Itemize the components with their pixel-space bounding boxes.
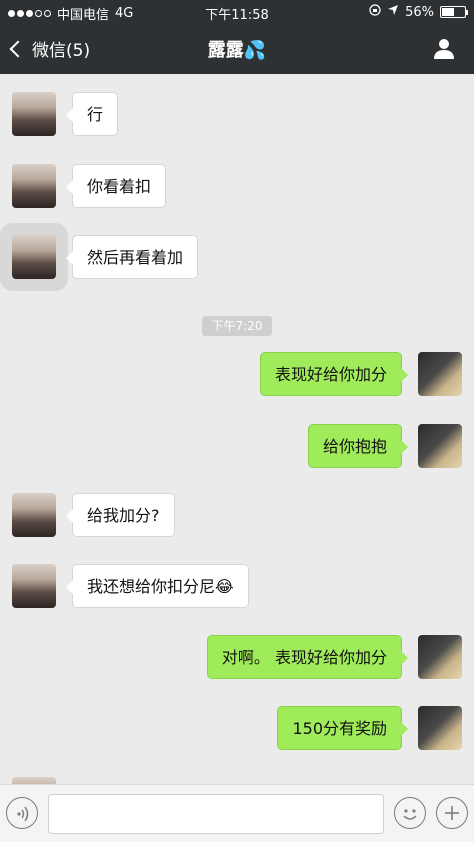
battery-label: 56% bbox=[405, 4, 434, 20]
my-avatar[interactable] bbox=[418, 706, 462, 750]
outgoing-message[interactable]: 给你抱抱 bbox=[307, 424, 409, 468]
outgoing-message[interactable]: 150分有奖励 bbox=[277, 706, 408, 750]
input-bar bbox=[0, 784, 474, 842]
emoji-button[interactable] bbox=[394, 797, 426, 829]
message-input[interactable] bbox=[48, 794, 384, 834]
chat-area[interactable]: 行 你看着扣 然后再看着加 下午7:20 表现好给你加分 给你抱抱 给我加分? … bbox=[0, 74, 474, 784]
incoming-message[interactable]: 你看着扣 bbox=[65, 164, 167, 208]
incoming-message[interactable]: 行 bbox=[65, 92, 119, 136]
battery-fill bbox=[442, 8, 455, 16]
incoming-message[interactable]: 我还想给你扣分尼😂 bbox=[66, 564, 249, 608]
profile-button[interactable] bbox=[432, 36, 456, 60]
incoming-message[interactable]: 给我加分? bbox=[66, 493, 175, 537]
top-bar: 中国电信 4G 下午11:58 56% 微信(5) 露露💦 bbox=[0, 0, 474, 74]
plus-icon bbox=[445, 806, 459, 820]
contact-avatar[interactable] bbox=[12, 92, 56, 136]
my-avatar[interactable] bbox=[418, 352, 462, 396]
battery-icon bbox=[440, 6, 468, 18]
contact-avatar[interactable] bbox=[12, 777, 56, 784]
my-avatar[interactable] bbox=[418, 424, 462, 468]
rotation-lock-icon bbox=[369, 4, 381, 20]
plus-button[interactable] bbox=[436, 797, 468, 829]
emoji-icon bbox=[403, 809, 417, 820]
outgoing-message[interactable]: 对啊。 表现好给你加分 bbox=[206, 635, 409, 679]
message-timestamp: 下午7:20 bbox=[202, 316, 272, 336]
nav-bar: 微信(5) 露露💦 bbox=[0, 24, 474, 74]
my-avatar[interactable] bbox=[418, 635, 462, 679]
voice-icon bbox=[17, 806, 29, 822]
incoming-message[interactable]: 然后再看着加 bbox=[65, 235, 199, 279]
chat-title: 露露💦 bbox=[207, 40, 267, 61]
contact-avatar[interactable] bbox=[12, 564, 56, 608]
status-right: 56% bbox=[369, 4, 468, 20]
person-icon bbox=[434, 39, 454, 59]
contact-avatar[interactable] bbox=[12, 493, 56, 537]
contact-avatar[interactable] bbox=[12, 164, 56, 208]
outgoing-message[interactable]: 表现好给你加分 bbox=[259, 352, 409, 396]
location-icon bbox=[387, 4, 399, 20]
status-bar: 中国电信 4G 下午11:58 56% bbox=[0, 0, 474, 24]
contact-avatar[interactable] bbox=[12, 235, 56, 279]
voice-button[interactable] bbox=[6, 797, 38, 829]
